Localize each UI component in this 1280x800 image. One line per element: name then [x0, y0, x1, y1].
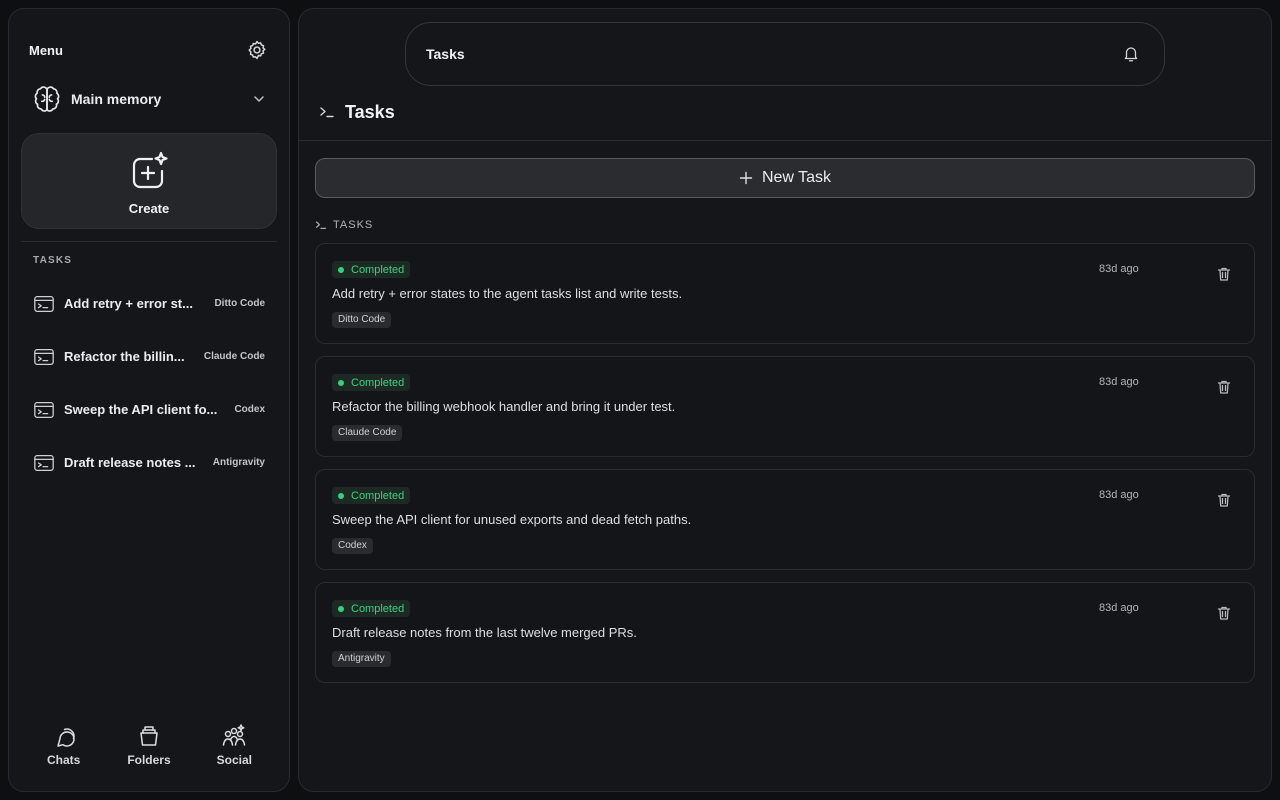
- plus-icon: [739, 171, 753, 185]
- status-badge: Completed: [332, 600, 411, 617]
- status-dot: [338, 379, 344, 386]
- page-title: Tasks: [345, 101, 395, 122]
- sidebar-task-item[interactable]: Add retry + error st... Ditto Code: [23, 277, 275, 330]
- task-card[interactable]: Completed 83d ago Refactor the billing w…: [315, 356, 1255, 457]
- sidebar-task-list: Add retry + error st... Ditto Code Refac…: [23, 277, 275, 489]
- task-list-label: TASKS: [333, 219, 374, 231]
- trash-icon[interactable]: [1216, 492, 1232, 508]
- nav-social[interactable]: Social: [194, 723, 274, 773]
- task-card[interactable]: Completed 83d ago Sweep the API client f…: [315, 469, 1255, 570]
- app-root: Menu Main memory Create TASKS Add retry …: [0, 0, 1280, 800]
- gear-icon[interactable]: [245, 38, 269, 62]
- sidebar-task-agent: Claude Code: [203, 351, 265, 362]
- agent-tag: Codex: [332, 538, 373, 554]
- memory-selector[interactable]: Main memory: [33, 83, 267, 115]
- status-text: Completed: [351, 602, 405, 615]
- sidebar-task-title: Refactor the billin...: [64, 349, 185, 364]
- trash-icon[interactable]: [1216, 605, 1232, 621]
- task-description: Draft release notes from the last twelve…: [332, 625, 637, 640]
- create-sparkle-icon: [125, 147, 173, 195]
- sidebar-divider: [21, 241, 277, 242]
- terminal-prompt-icon: [319, 104, 335, 120]
- status-dot: [338, 492, 344, 499]
- agent-tag: Claude Code: [332, 425, 403, 441]
- sidebar-task-item[interactable]: Sweep the API client fo... Codex: [23, 383, 275, 436]
- task-timestamp: 83d ago: [1099, 376, 1139, 388]
- status-text: Completed: [351, 376, 405, 389]
- memory-label: Main memory: [71, 91, 162, 107]
- main-panel: Tasks Tasks New Task TASKS Completed 83d…: [298, 8, 1272, 792]
- status-badge: Completed: [332, 261, 411, 278]
- bottom-nav: Chats Folders Social: [21, 723, 277, 773]
- task-card[interactable]: Completed 83d ago Draft release notes fr…: [315, 582, 1255, 683]
- bell-icon[interactable]: [1122, 45, 1140, 63]
- task-description: Refactor the billing webhook handler and…: [332, 399, 676, 414]
- terminal-icon: [33, 399, 55, 421]
- trash-icon[interactable]: [1216, 266, 1232, 282]
- nav-chats-label: Chats: [46, 753, 81, 767]
- task-description: Sweep the API client for unused exports …: [332, 512, 692, 527]
- new-task-label: New Task: [761, 169, 832, 186]
- page-header: Tasks: [319, 99, 395, 125]
- status-dot: [338, 266, 344, 273]
- terminal-icon: [33, 452, 55, 474]
- topbar-title: Tasks: [426, 46, 465, 62]
- people-icon: [221, 723, 247, 749]
- task-card[interactable]: Completed 83d ago Add retry + error stat…: [315, 243, 1255, 344]
- brain-icon: [33, 85, 61, 113]
- task-timestamp: 83d ago: [1099, 263, 1139, 275]
- terminal-icon: [33, 293, 55, 315]
- create-button[interactable]: Create: [21, 133, 277, 229]
- sidebar-task-agent: Antigravity: [212, 457, 265, 468]
- chevron-down-icon: [251, 91, 267, 107]
- task-description: Add retry + error states to the agent ta…: [332, 286, 683, 301]
- status-dot: [338, 605, 344, 612]
- terminal-icon: [33, 346, 55, 368]
- sidebar-task-title: Add retry + error st...: [64, 296, 193, 311]
- header-divider: [299, 140, 1271, 141]
- sidebar-section-label: TASKS: [33, 255, 73, 266]
- sidebar-task-item[interactable]: Refactor the billin... Claude Code: [23, 330, 275, 383]
- chat-bubble-icon: [51, 723, 77, 749]
- terminal-prompt-icon: [315, 219, 327, 231]
- sidebar-task-title: Sweep the API client fo...: [64, 402, 218, 417]
- sidebar: Menu Main memory Create TASKS Add retry …: [8, 8, 290, 792]
- trash-icon[interactable]: [1216, 379, 1232, 395]
- create-label: Create: [128, 200, 170, 216]
- new-task-button[interactable]: New Task: [315, 158, 1255, 198]
- sidebar-header: Menu: [29, 33, 269, 67]
- folder-icon: [136, 723, 162, 749]
- nav-folders-label: Folders: [127, 753, 171, 767]
- nav-chats[interactable]: Chats: [24, 723, 104, 773]
- sidebar-task-agent: Ditto Code: [214, 298, 265, 309]
- sidebar-task-agent: Codex: [234, 404, 265, 415]
- task-list-header: TASKS: [315, 218, 373, 232]
- nav-folders[interactable]: Folders: [109, 723, 189, 773]
- status-text: Completed: [351, 263, 405, 276]
- sidebar-task-title: Draft release notes ...: [64, 455, 196, 470]
- sidebar-task-item[interactable]: Draft release notes ... Antigravity: [23, 436, 275, 489]
- status-text: Completed: [351, 489, 405, 502]
- top-bar: Tasks: [405, 22, 1165, 86]
- task-cards: Completed 83d ago Add retry + error stat…: [315, 243, 1255, 695]
- task-timestamp: 83d ago: [1099, 602, 1139, 614]
- nav-social-label: Social: [216, 753, 252, 767]
- agent-tag: Antigravity: [332, 651, 391, 667]
- agent-tag: Ditto Code: [332, 312, 392, 328]
- task-timestamp: 83d ago: [1099, 489, 1139, 501]
- status-badge: Completed: [332, 374, 411, 391]
- sidebar-title: Menu: [29, 42, 63, 58]
- status-badge: Completed: [332, 487, 411, 504]
